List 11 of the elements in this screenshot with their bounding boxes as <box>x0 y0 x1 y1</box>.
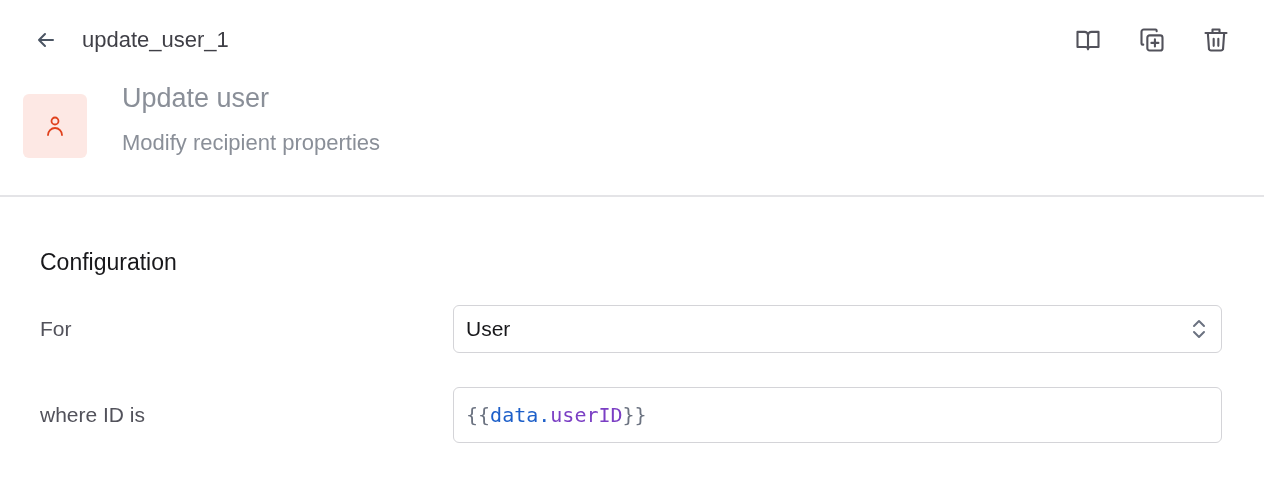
user-icon <box>23 94 87 158</box>
step-title: Update user <box>122 82 270 114</box>
trash-icon[interactable] <box>1202 26 1230 54</box>
field-label: where ID is <box>40 403 147 427</box>
duplicate-icon[interactable] <box>1138 26 1166 54</box>
page-title: update_user_1 <box>82 27 230 53</box>
select-field[interactable]: User <box>453 305 1222 353</box>
section-heading: Configuration <box>40 249 177 276</box>
code-input-field[interactable]: {{data.userID}} <box>453 387 1222 443</box>
field-label: For <box>40 317 73 341</box>
step-description: Modify recipient properties <box>122 130 380 156</box>
